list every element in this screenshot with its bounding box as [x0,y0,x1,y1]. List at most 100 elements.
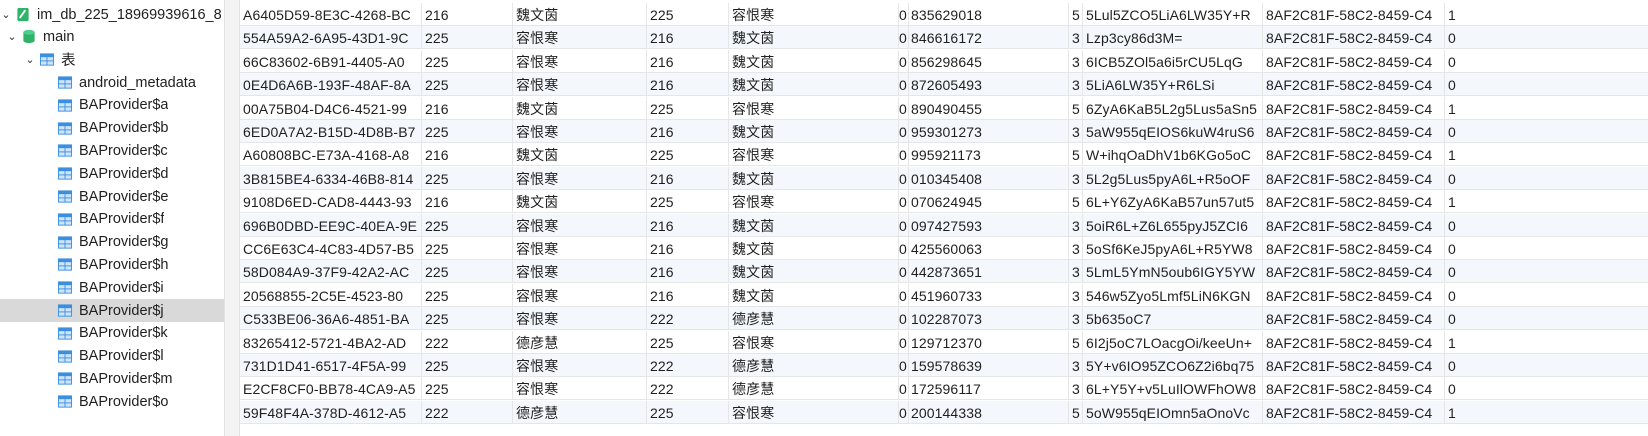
cell-receiver-id[interactable]: 225 [647,190,729,213]
cell-sender-name[interactable]: 容恨寒 [513,354,647,376]
cell-content[interactable]: W+ihqOaDhV1b6KGo5oC [1083,143,1263,166]
cell-direction[interactable]: 0 [1445,354,1648,376]
cell-content[interactable]: 546w5Zyo5Lmf5LiN6KGN [1083,283,1263,306]
cell-content[interactable]: 5oSf6KeJ5pyA6L+R5YW8 [1083,237,1263,259]
table-row[interactable]: 554A59A2-6A95-43D1-9C 225 容恨寒 216 魏文茵 0 846616… [240,26,1648,50]
sidebar-table-item[interactable]: BAProvider$g [0,231,224,254]
cell-content[interactable]: 6ICB5ZOl5a6i5rCU5LqG [1083,49,1263,72]
sidebar-table-item[interactable]: BAProvider$e [0,185,224,208]
cell-id[interactable]: 0E4D6A6B-193F-48AF-8A [240,73,422,96]
cell-direction[interactable]: 0 [1445,73,1648,95]
table-row[interactable]: CC6E63C4-4C83-4D57-B5 225 容恨寒 216 魏文茵 0 425560… [240,237,1648,260]
sidebar-table-item[interactable]: BAProvider$d [0,162,224,185]
cell-receiver-id[interactable]: 225 [647,330,729,353]
cell-type[interactable]: 5 [1069,400,1083,423]
cell-receiver-id[interactable]: 222 [647,377,729,400]
cell-timestamp[interactable]: 856298645 [909,49,1069,72]
cell-timestamp[interactable]: 129712370 [909,330,1069,353]
cell-receiver-id[interactable]: 225 [647,96,729,119]
cell-session-id[interactable]: 8AF2C81F-58C2-8459-C4 [1263,307,1445,330]
table-row[interactable]: 83265412-5721-4BA2-AD 222 德彦慧 225 容恨寒 0 129712… [240,330,1648,354]
cell-id[interactable]: CC6E63C4-4C83-4D57-B5 [240,237,422,259]
tree-node-database[interactable]: ⌄ im_db_225_18969939616_8 [0,3,224,26]
cell-direction[interactable]: 1 [1445,3,1648,25]
table-row[interactable]: 59F48F4A-378D-4612-A5 222 德彦慧 225 容恨寒 0 200144… [240,400,1648,424]
table-row[interactable]: 3B815BE4-6334-46B8-814 225 容恨寒 216 魏文茵 0 01034… [240,166,1648,190]
cell-session-id[interactable]: 8AF2C81F-58C2-8459-C4 [1263,3,1445,25]
cell-flag[interactable]: 0 [899,237,909,259]
cell-timestamp[interactable]: 172596117 [909,377,1069,400]
sidebar-table-item[interactable]: android_metadata [0,71,224,94]
table-row[interactable]: 731D1D41-6517-4F5A-99 225 容恨寒 222 德彦慧 0 159578… [240,354,1648,377]
cell-receiver-name[interactable]: 魏文茵 [729,260,899,283]
cell-sender-id[interactable]: 225 [422,120,513,142]
cell-direction[interactable]: 0 [1445,214,1648,236]
cell-type[interactable]: 3 [1069,73,1083,96]
sidebar-table-item[interactable]: BAProvider$h [0,253,224,276]
cell-content[interactable]: 6L+Y6ZyA6KaB57un57ut5 [1083,190,1263,213]
cell-flag[interactable]: 0 [899,73,909,96]
cell-receiver-id[interactable]: 225 [647,3,729,25]
cell-direction[interactable]: 0 [1445,284,1648,306]
cell-timestamp[interactable]: 200144338 [909,400,1069,423]
cell-receiver-id[interactable]: 225 [647,400,729,423]
cell-sender-id[interactable]: 225 [422,73,513,96]
cell-content[interactable]: 5oiR6L+Z6L655pyJ5ZCI6 [1083,213,1263,236]
cell-sender-id[interactable]: 225 [422,354,513,376]
cell-id[interactable]: 59F48F4A-378D-4612-A5 [240,400,422,423]
cell-flag[interactable]: 0 [899,307,909,330]
cell-receiver-name[interactable]: 德彦慧 [729,307,899,330]
cell-sender-name[interactable]: 容恨寒 [513,377,647,400]
cell-flag[interactable]: 0 [899,3,909,25]
cell-sender-id[interactable]: 216 [422,3,513,25]
cell-sender-name[interactable]: 容恨寒 [513,307,647,330]
table-row[interactable]: E2CF8CF0-BB78-4CA9-A5 225 容恨寒 222 德彦慧 0 172596… [240,377,1648,401]
cell-sender-name[interactable]: 容恨寒 [513,166,647,189]
cell-direction[interactable]: 1 [1445,190,1648,212]
cell-session-id[interactable]: 8AF2C81F-58C2-8459-C4 [1263,120,1445,142]
cell-content[interactable]: 5L2g5Lus5pyA6L+R5oOF [1083,166,1263,189]
cell-session-id[interactable]: 8AF2C81F-58C2-8459-C4 [1263,354,1445,376]
cell-sender-name[interactable]: 容恨寒 [513,260,647,283]
cell-id[interactable]: E2CF8CF0-BB78-4CA9-A5 [240,377,422,400]
cell-direction[interactable]: 1 [1445,331,1648,353]
cell-sender-id[interactable]: 225 [422,283,513,306]
cell-timestamp[interactable]: 442873651 [909,260,1069,283]
cell-flag[interactable]: 0 [899,354,909,376]
cell-sender-name[interactable]: 容恨寒 [513,213,647,236]
cell-session-id[interactable]: 8AF2C81F-58C2-8459-C4 [1263,330,1445,353]
cell-receiver-name[interactable]: 魏文茵 [729,166,899,189]
cell-sender-id[interactable]: 222 [422,330,513,353]
cell-type[interactable]: 5 [1069,3,1083,25]
sidebar-table-item[interactable]: BAProvider$m [0,367,224,390]
cell-sender-id[interactable]: 222 [422,400,513,423]
cell-sender-id[interactable]: 225 [422,49,513,72]
cell-timestamp[interactable]: 097427593 [909,213,1069,236]
cell-direction[interactable]: 0 [1445,50,1648,72]
cell-timestamp[interactable]: 159578639 [909,354,1069,376]
cell-content[interactable]: Lzp3cy86d3M= [1083,26,1263,49]
cell-id[interactable]: 20568855-2C5E-4523-80 [240,283,422,306]
sidebar-table-item[interactable]: BAProvider$j [0,299,224,322]
cell-sender-name[interactable]: 容恨寒 [513,49,647,72]
cell-receiver-name[interactable]: 容恨寒 [729,190,899,213]
cell-flag[interactable]: 0 [899,400,909,423]
cell-session-id[interactable]: 8AF2C81F-58C2-8459-C4 [1263,96,1445,119]
cell-receiver-name[interactable]: 魏文茵 [729,26,899,49]
cell-sender-name[interactable]: 容恨寒 [513,120,647,142]
cell-sender-id[interactable]: 216 [422,96,513,119]
sidebar-table-item[interactable]: BAProvider$b [0,117,224,140]
cell-direction[interactable]: 0 [1445,120,1648,142]
cell-flag[interactable]: 0 [899,49,909,72]
cell-type[interactable]: 3 [1069,237,1083,259]
cell-sender-name[interactable]: 容恨寒 [513,26,647,49]
cell-flag[interactable]: 0 [899,213,909,236]
cell-sender-id[interactable]: 225 [422,166,513,189]
cell-type[interactable]: 3 [1069,283,1083,306]
cell-sender-name[interactable]: 德彦慧 [513,400,647,423]
cell-timestamp[interactable]: 835629018 [909,3,1069,25]
cell-id[interactable]: A60808BC-E73A-4168-A8 [240,143,422,166]
chevron-down-icon[interactable]: ⌄ [6,31,18,43]
sidebar-table-item[interactable]: BAProvider$f [0,208,224,231]
table-row[interactable]: 66C83602-6B91-4405-A0 225 容恨寒 216 魏文茵 0 856298… [240,49,1648,73]
